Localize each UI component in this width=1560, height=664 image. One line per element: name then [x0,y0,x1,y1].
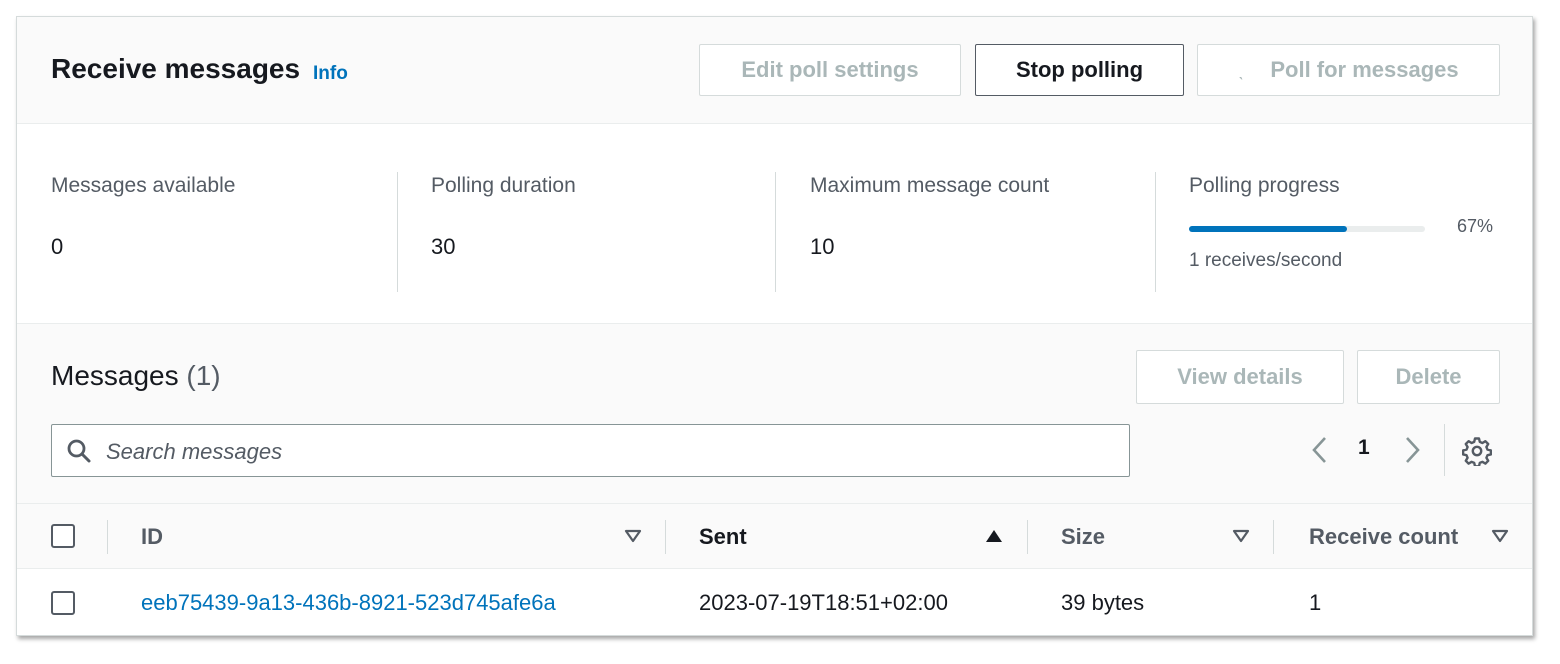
message-size: 39 bytes [1061,590,1145,615]
stat-divider [775,172,776,292]
messages-title-text: Messages [51,360,179,391]
stat-label: Polling duration [431,174,576,197]
column-header-sent[interactable]: Sent [699,524,747,550]
pagination-divider [1444,424,1445,476]
edit-poll-settings-label: Edit poll settings [741,57,919,82]
table-header: ID Sent Size Receive count [17,504,1532,569]
caret-down-outline-icon[interactable] [1232,528,1250,544]
messages-section: Messages (1) View details Delete Search … [17,324,1532,504]
stop-polling-label: Stop polling [1015,57,1144,82]
caret-down-outline-icon[interactable] [624,528,642,544]
stat-divider [397,172,398,292]
column-divider [1273,520,1274,554]
panel-header: Receive messages Info Edit poll settings… [17,17,1532,124]
stat-value: 30 [431,234,456,259]
delete-label: Delete [1395,364,1462,389]
select-all-checkbox[interactable] [51,524,75,548]
stat-polling-duration: Polling duration 30 [431,172,761,290]
view-details-button[interactable]: View details [1136,350,1344,404]
message-receive-count: 1 [1309,590,1322,615]
search-icon [67,439,91,463]
chevron-left-icon[interactable] [1307,435,1333,465]
search-input[interactable]: Search messages [51,424,1130,477]
edit-poll-settings-button[interactable]: Edit poll settings [699,44,961,96]
stop-polling-button[interactable]: Stop polling [975,44,1184,96]
stat-label: Maximum message count [810,174,1050,197]
polling-progress-fill [1189,226,1348,232]
column-divider [665,520,666,554]
column-header-id[interactable]: ID [141,524,163,550]
stat-polling-progress: Polling progress 67% 1 receives/second [1189,172,1509,290]
stat-label: Messages available [51,174,236,197]
poll-for-messages-label: Poll for messages [1270,57,1459,82]
column-header-size[interactable]: Size [1061,524,1105,550]
info-link[interactable]: Info [313,63,348,85]
column-divider [107,520,108,554]
polling-rate: 1 receives/second [1189,250,1343,271]
pagination-current-page[interactable]: 1 [1358,436,1370,460]
poll-for-messages-button[interactable]: ˎ Poll for messages [1197,44,1500,96]
messages-count: (1) [186,360,221,391]
stat-value: 0 [51,234,64,259]
message-id-link[interactable]: eeb75439-9a13-436b-8921-523d745afe6a [141,590,556,616]
stat-value: 10 [810,234,835,259]
chevron-right-icon[interactable] [1399,435,1425,465]
polling-stats: Messages available 0 Polling duration 30… [17,124,1532,324]
stat-divider [1155,172,1156,292]
panel-title: Receive messages [51,53,301,84]
receive-messages-panel: Receive messages Info Edit poll settings… [16,16,1533,636]
stat-label: Polling progress [1189,174,1340,197]
table-row: eeb75439-9a13-436b-8921-523d745afe6a 202… [17,569,1532,635]
caret-up-filled-icon[interactable] [985,528,1003,544]
polling-progress-percent: 67% [1457,216,1494,236]
messages-title: Messages (1) [51,360,221,392]
stat-messages-available: Messages available 0 [51,172,381,290]
spinner-icon: ˎ [1238,59,1245,80]
delete-button[interactable]: Delete [1357,350,1500,404]
gear-icon[interactable] [1462,436,1492,466]
column-divider [1027,520,1028,554]
column-header-receive-count[interactable]: Receive count [1309,524,1458,550]
polling-progress-bar [1189,226,1425,232]
stat-maximum-message-count: Maximum message count 10 [810,172,1140,290]
search-placeholder: Search messages [106,439,283,464]
view-details-label: View details [1177,364,1303,389]
caret-down-outline-icon[interactable] [1491,528,1509,544]
row-checkbox[interactable] [51,591,75,615]
message-sent: 2023-07-19T18:51+02:00 [699,590,948,615]
